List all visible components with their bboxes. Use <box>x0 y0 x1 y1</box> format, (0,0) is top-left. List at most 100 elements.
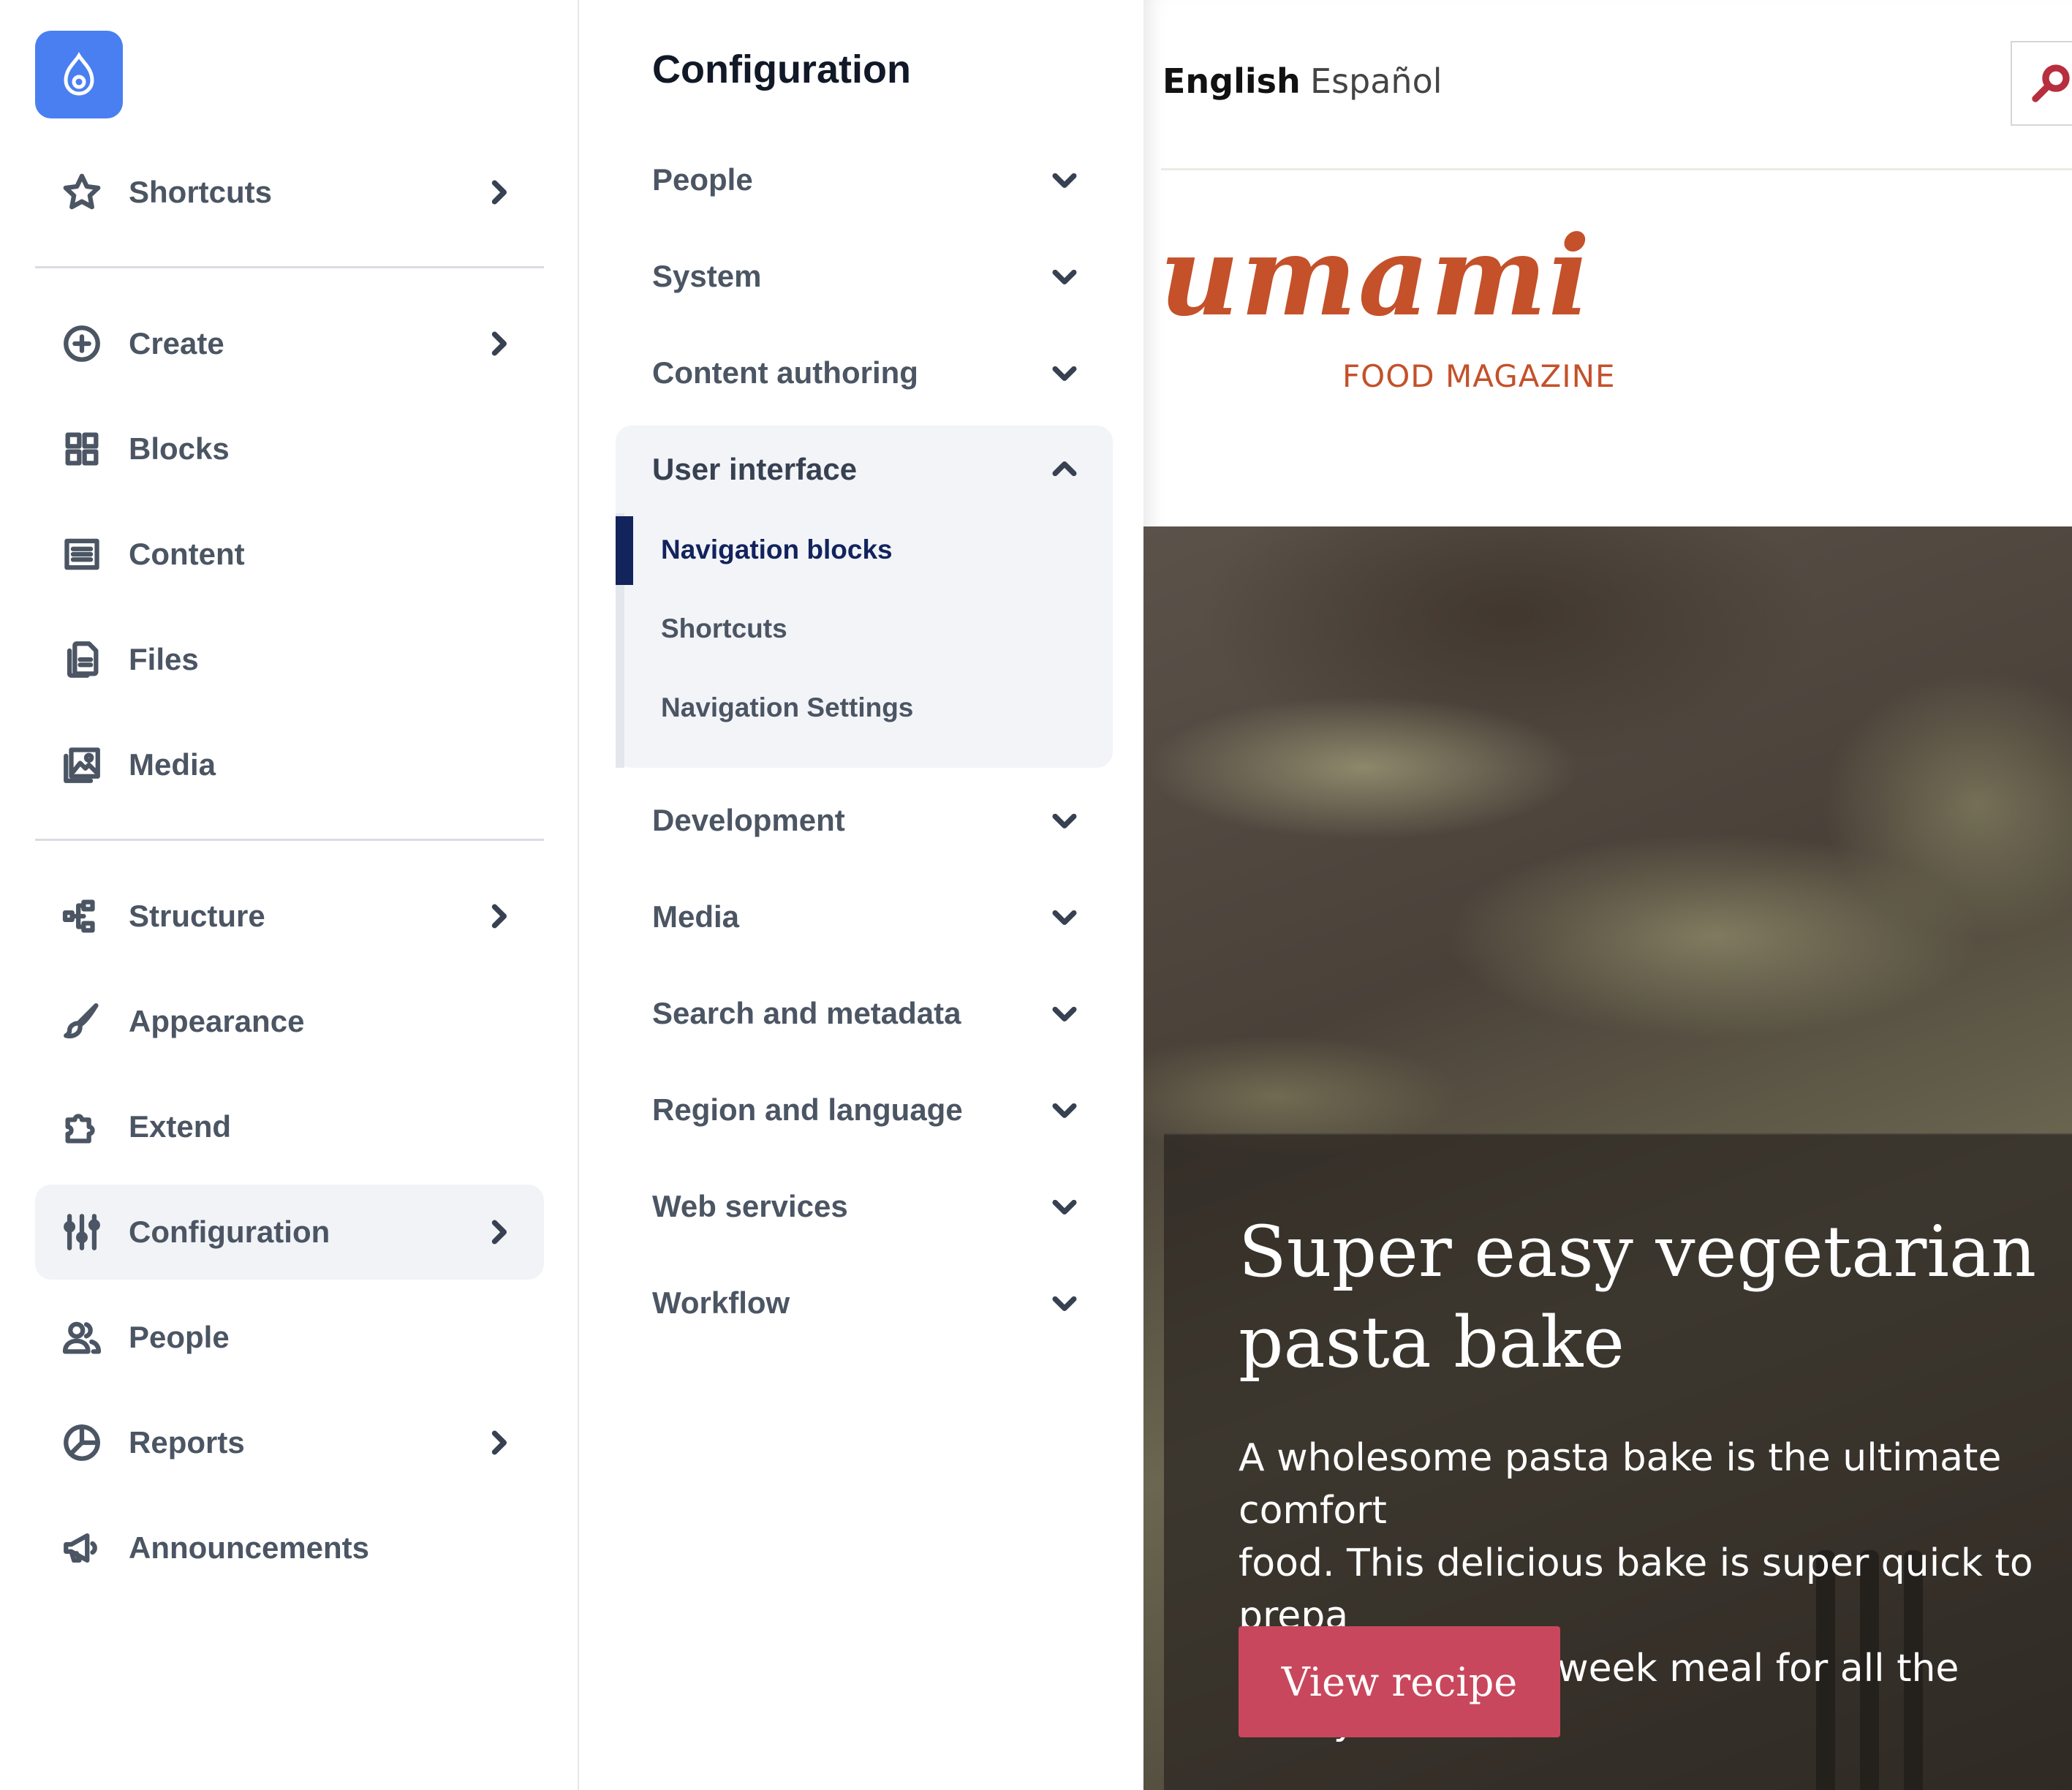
config-section-search-and-metadata[interactable]: Search and metadata <box>616 970 1113 1057</box>
chevron-down-icon <box>1048 260 1081 292</box>
chevron-right-icon <box>483 1216 515 1248</box>
config-section-region-and-language[interactable]: Region and language <box>616 1066 1113 1154</box>
sidebar-item-label: Media <box>129 747 216 782</box>
sidebar-item-content[interactable]: Content <box>35 507 544 602</box>
config-section-web-services[interactable]: Web services <box>616 1163 1113 1250</box>
config-section-label: Web services <box>652 1189 848 1223</box>
config-section-development[interactable]: Development <box>616 777 1113 864</box>
sidebar-item-create[interactable]: Create <box>35 296 544 391</box>
admin-sidebar: Shortcuts Create Blocks Content Files Me… <box>0 0 579 1790</box>
star-icon <box>60 170 104 214</box>
config-section-label: People <box>652 162 753 197</box>
sidebar-item-label: Blocks <box>129 431 230 466</box>
files-icon <box>60 638 104 681</box>
media-image-icon <box>60 743 104 787</box>
sidebar-item-appearance[interactable]: Appearance <box>35 974 544 1069</box>
chevron-down-icon <box>1048 901 1081 933</box>
submenu-item-navigation-settings[interactable]: Navigation Settings <box>616 668 1113 747</box>
sidebar-item-files[interactable]: Files <box>35 612 544 707</box>
sidebar-item-label: Files <box>129 642 199 676</box>
people-icon <box>60 1315 104 1359</box>
config-section-label: Media <box>652 899 740 934</box>
drupal-logo-icon[interactable] <box>35 31 123 118</box>
header-divider <box>1161 168 2072 170</box>
sidebar-item-media[interactable]: Media <box>35 717 544 812</box>
sidebar-item-label: Announcements <box>129 1530 370 1565</box>
config-section-content-authoring[interactable]: Content authoring <box>616 329 1113 417</box>
chevron-up-icon <box>1048 453 1081 486</box>
chevron-right-icon <box>483 328 515 360</box>
sidebar-item-reports[interactable]: Reports <box>35 1395 544 1490</box>
blocks-grid-icon <box>60 427 104 471</box>
sidebar-item-label: Create <box>129 326 224 360</box>
sidebar-item-label: Appearance <box>129 1004 305 1038</box>
submenu-item-shortcuts[interactable]: Shortcuts <box>616 589 1113 668</box>
megaphone-icon <box>60 1526 104 1570</box>
config-section-people[interactable]: People <box>616 136 1113 224</box>
sidebar-divider <box>35 266 544 268</box>
chevron-right-icon <box>483 900 515 932</box>
config-section-system[interactable]: System <box>616 233 1113 320</box>
chevron-down-icon <box>1048 1287 1081 1319</box>
language-link-espanol[interactable]: Español <box>1310 61 1443 101</box>
config-section-user-interface-toggle[interactable]: User interface <box>616 426 1113 513</box>
drupal-drop-icon <box>64 52 94 96</box>
plus-circle-icon <box>60 322 104 366</box>
chevron-down-icon <box>1048 164 1081 196</box>
chevron-down-icon <box>1048 357 1081 389</box>
configuration-submenu-panel: Configuration People System Content auth… <box>579 0 1143 1790</box>
submenu-item-label: Shortcuts <box>661 613 787 643</box>
config-section-media[interactable]: Media <box>616 873 1113 961</box>
language-link-english[interactable]: English <box>1162 61 1301 101</box>
chevron-down-icon <box>1048 1190 1081 1223</box>
puzzle-icon <box>60 1105 104 1149</box>
search-icon <box>2032 64 2070 102</box>
sidebar-item-announcements[interactable]: Announcements <box>35 1500 544 1595</box>
config-section-label: System <box>652 259 762 293</box>
sidebar-item-label: Shortcuts <box>129 175 273 209</box>
chevron-down-icon <box>1048 804 1081 837</box>
panel-title: Configuration <box>652 48 911 91</box>
active-indicator <box>616 516 633 585</box>
sidebar-item-extend[interactable]: Extend <box>35 1079 544 1174</box>
brand-tagline: FOOD MAGAZINE <box>1342 358 1616 394</box>
config-section-label: Content authoring <box>652 355 918 390</box>
sidebar-item-structure[interactable]: Structure <box>35 869 544 964</box>
sidebar-divider <box>35 839 544 841</box>
site-logo[interactable]: umami FOOD MAGAZINE <box>1160 212 1627 402</box>
submenu-item-navigation-blocks[interactable]: Navigation blocks <box>616 510 1113 589</box>
chevron-down-icon <box>1048 997 1081 1030</box>
search-button[interactable] <box>2011 41 2072 126</box>
config-section-label: Development <box>652 803 845 837</box>
brand-name: umami <box>1160 212 1592 341</box>
sidebar-item-label: Configuration <box>129 1215 330 1249</box>
view-recipe-button[interactable]: View recipe <box>1239 1626 1560 1737</box>
hero-banner: Super easy vegetarian pasta bake A whole… <box>1143 526 2072 1790</box>
sidebar-item-shortcuts[interactable]: Shortcuts <box>35 145 544 240</box>
sidebar-item-label: Extend <box>129 1109 232 1144</box>
pie-chart-icon <box>60 1421 104 1465</box>
site-preview: English Español umami FOOD MAGAZINE Supe… <box>1143 0 2072 1790</box>
sidebar-item-people[interactable]: People <box>35 1290 544 1385</box>
config-section-label: Workflow <box>652 1285 790 1320</box>
sidebar-item-label: Reports <box>129 1425 245 1459</box>
chevron-right-icon <box>483 1427 515 1459</box>
paintbrush-icon <box>60 1000 104 1043</box>
config-section-label: Search and metadata <box>652 996 961 1030</box>
config-section-label: Region and language <box>652 1092 963 1127</box>
chevron-down-icon <box>1048 1094 1081 1126</box>
sliders-icon <box>60 1210 104 1254</box>
structure-icon <box>60 894 104 938</box>
config-section-label: User interface <box>652 452 858 486</box>
content-list-icon <box>60 532 104 576</box>
sidebar-item-label: Structure <box>129 899 265 933</box>
submenu-item-label: Navigation blocks <box>661 535 893 564</box>
chevron-right-icon <box>483 176 515 208</box>
sidebar-item-label: Content <box>129 537 245 571</box>
config-section-workflow[interactable]: Workflow <box>616 1259 1113 1347</box>
sidebar-item-configuration[interactable]: Configuration <box>35 1185 544 1280</box>
config-section-user-interface: User interface Navigation blocks Shortcu… <box>616 426 1113 768</box>
sidebar-item-blocks[interactable]: Blocks <box>35 401 544 496</box>
sidebar-item-label: People <box>129 1320 230 1354</box>
hero-title: Super easy vegetarian pasta bake <box>1239 1211 2037 1383</box>
